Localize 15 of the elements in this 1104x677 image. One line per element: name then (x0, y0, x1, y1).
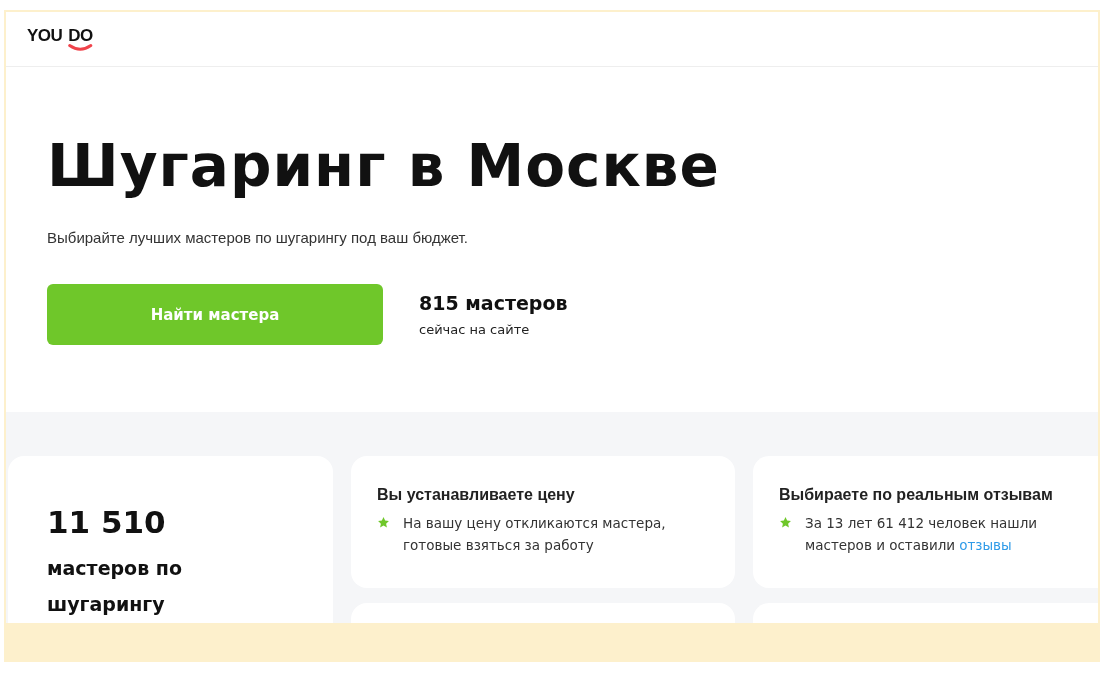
star-icon (779, 516, 792, 529)
feature-title: Вы устанавливаете цену (377, 486, 576, 504)
feature-text: За 13 лет 61 412 человек нашли мастеров и оставили отзывы (805, 514, 1039, 555)
star-icon (377, 516, 390, 529)
reviews-link[interactable]: отзывы (959, 537, 1012, 553)
masters-count: 815 мастеров (419, 292, 568, 314)
logo[interactable]: YOU DO (27, 27, 93, 54)
subtitle: Выбирайте лучших мастеров по шугарингу под ваш бюджет. (47, 229, 469, 246)
masters-caption: сейчас на сайте (419, 322, 531, 337)
page-title: Шугаринг в Москве (47, 131, 721, 201)
total-caption: мастеров по шугарингу (47, 556, 183, 617)
find-master-button[interactable]: Найти мастера (47, 284, 383, 345)
total-count: 11 510 (47, 504, 167, 540)
feature-title: Выбираете по реальным отзывам (779, 486, 1054, 504)
feature-text: На вашу цену откликаются мастера, готовые взяться за работу (403, 514, 667, 555)
